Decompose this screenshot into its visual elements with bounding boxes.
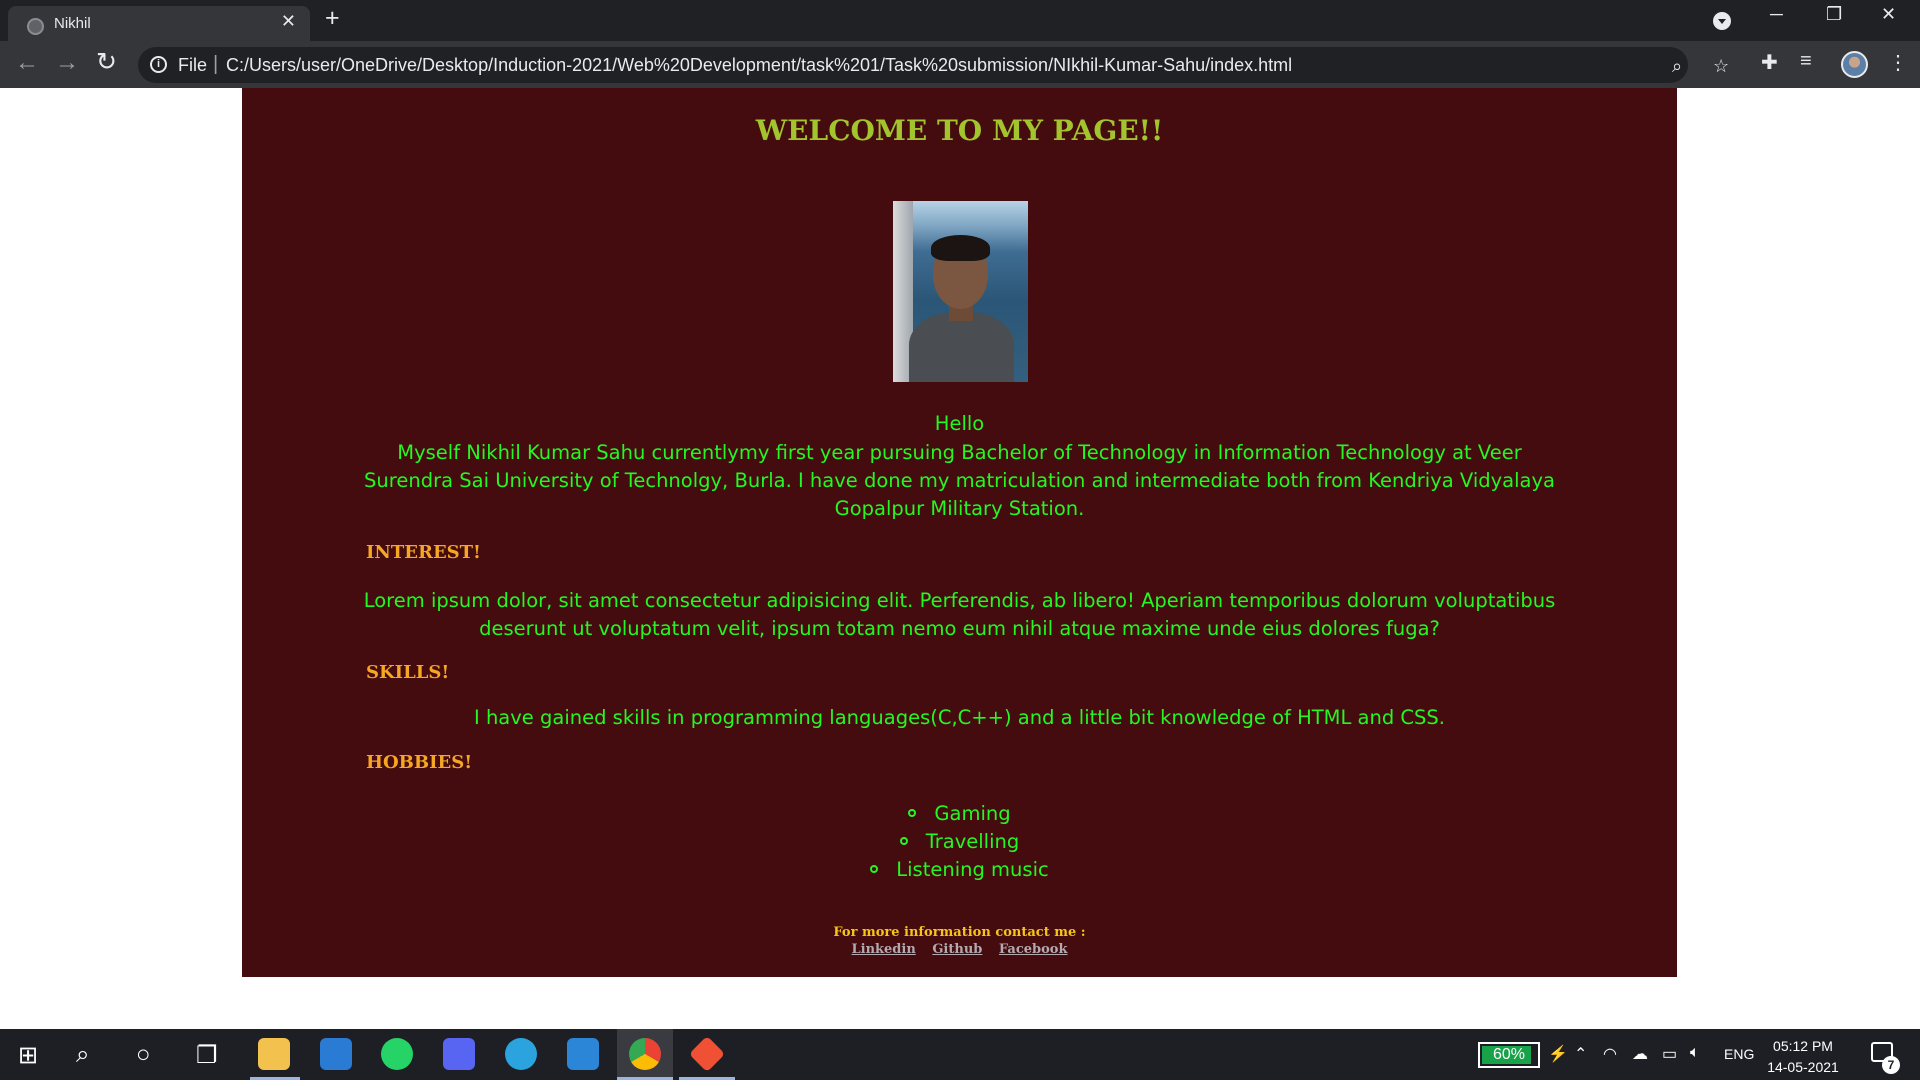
globe-icon xyxy=(27,18,44,35)
language-indicator[interactable]: ENG xyxy=(1724,1046,1754,1062)
linkedin-link[interactable]: Linkedin xyxy=(852,942,916,957)
circle-bullet-icon xyxy=(870,864,879,873)
address-separator: | xyxy=(213,53,219,75)
facebook-link[interactable]: Facebook xyxy=(999,942,1068,957)
list-item: Listening music xyxy=(242,856,1677,884)
address-bar[interactable]: i File | C:/Users/user/OneDrive/Desktop/… xyxy=(138,47,1729,83)
clock-date: 14-05-2021 xyxy=(1767,1059,1839,1075)
notification-badge: 7 xyxy=(1882,1056,1900,1074)
reload-icon[interactable]: ↻ xyxy=(96,47,117,77)
skills-paragraph: I have gained skills in programming lang… xyxy=(474,706,1445,729)
search-icon[interactable]: ⌕ xyxy=(76,1041,89,1069)
address-text[interactable]: C:/Users/user/OneDrive/Desktop/Induction… xyxy=(226,55,1292,76)
list-item: Travelling xyxy=(242,828,1677,856)
page-viewport: WELCOME TO MY PAGE!! Hello Myself Nikhil… xyxy=(0,88,1920,1029)
tab-search-icon[interactable] xyxy=(1713,12,1731,30)
battery-saver-icon[interactable]: ⚡ xyxy=(1548,1044,1568,1064)
new-tab-button[interactable]: + xyxy=(325,4,340,33)
browser-toolbar: ← → ↻ i File | C:/Users/user/OneDrive/De… xyxy=(0,41,1920,88)
file-explorer-icon[interactable] xyxy=(258,1038,290,1070)
minimize-button[interactable]: ─ xyxy=(1770,4,1783,25)
circle-bullet-icon xyxy=(908,808,917,817)
windows-start-icon[interactable]: ⊞ xyxy=(18,1041,38,1070)
circle-bullet-icon xyxy=(899,836,908,845)
browser-tab[interactable]: Nikhil ✕ xyxy=(8,6,310,41)
tab-title: Nikhil xyxy=(54,15,91,32)
taskbar: ⊞ ⌕ ○ ❐ 60% ⚡ ⌃ ◠ ☁ ▭ 🔈︎ ENG 05:12 PM 14… xyxy=(0,1029,1920,1080)
chrome-icon[interactable] xyxy=(629,1038,661,1070)
list-item: Gaming xyxy=(242,800,1677,828)
bio-paragraph: Myself Nikhil Kumar Sahu currentlymy fir… xyxy=(364,441,1555,520)
cortana-icon[interactable]: ○ xyxy=(136,1041,151,1069)
forward-arrow-icon[interactable]: → xyxy=(55,49,79,77)
discord-icon[interactable] xyxy=(443,1038,475,1070)
more-menu-icon[interactable]: ⋮ xyxy=(1888,50,1908,75)
clock-time: 05:12 PM xyxy=(1773,1038,1833,1054)
github-link[interactable]: Github xyxy=(932,942,982,957)
hobbies-list: Gaming Travelling Listening music xyxy=(242,800,1677,884)
photo-body xyxy=(909,313,1014,382)
wifi-icon[interactable]: ◠ xyxy=(1603,1044,1617,1064)
telegram-icon[interactable] xyxy=(505,1038,537,1070)
close-window-button[interactable]: ✕ xyxy=(1881,4,1896,25)
page-container: WELCOME TO MY PAGE!! Hello Myself Nikhil… xyxy=(242,88,1677,977)
interest-heading: INTEREST! xyxy=(366,542,481,563)
chevron-up-icon[interactable]: ⌃ xyxy=(1574,1044,1587,1064)
interest-paragraph: Lorem ipsum dolor, sit amet consectetur … xyxy=(363,589,1556,640)
hobby-label: Listening music xyxy=(896,858,1049,881)
page-title: WELCOME TO MY PAGE!! xyxy=(755,114,1164,147)
zoom-icon[interactable]: ⌕ xyxy=(1672,56,1682,77)
hello-text: Hello xyxy=(934,412,985,435)
scheme-label: File xyxy=(178,55,208,75)
back-arrow-icon[interactable]: ← xyxy=(15,49,39,77)
power-icon[interactable]: ▭ xyxy=(1662,1044,1677,1064)
system-clock[interactable]: 05:12 PM 14-05-2021 xyxy=(1762,1036,1844,1078)
battery-indicator[interactable]: 60% xyxy=(1478,1042,1540,1068)
browser-tab-bar: Nikhil ✕ + ─ ❐ ✕ xyxy=(0,0,1920,41)
media-queue-icon[interactable]: ≡ xyxy=(1800,50,1812,73)
whatsapp-icon[interactable] xyxy=(381,1038,413,1070)
git-icon[interactable] xyxy=(688,1035,726,1073)
close-tab-icon[interactable]: ✕ xyxy=(281,11,296,32)
volume-icon[interactable]: 🔈︎ xyxy=(1690,1044,1700,1062)
info-icon[interactable]: i xyxy=(150,56,167,73)
task-view-icon[interactable]: ❐ xyxy=(196,1041,218,1070)
hobbies-heading: HOBBIES! xyxy=(366,752,473,773)
restore-button[interactable]: ❐ xyxy=(1826,4,1842,25)
photo-hair xyxy=(931,235,990,261)
extensions-icon[interactable]: ✚ xyxy=(1761,50,1778,75)
hobby-label: Gaming xyxy=(934,802,1011,825)
vscode-icon[interactable] xyxy=(567,1038,599,1070)
skills-heading: SKILLS! xyxy=(366,662,450,683)
contact-label: For more information contact me : xyxy=(833,925,1086,940)
mail-icon[interactable] xyxy=(320,1038,352,1070)
hobby-label: Travelling xyxy=(925,830,1020,853)
onedrive-icon[interactable]: ☁ xyxy=(1632,1044,1648,1064)
profile-avatar[interactable] xyxy=(1841,51,1868,78)
profile-photo xyxy=(893,201,1028,382)
star-icon[interactable]: ☆ xyxy=(1713,56,1729,77)
battery-percent: 60% xyxy=(1492,1046,1526,1063)
social-links: Linkedin Github Facebook xyxy=(242,942,1677,957)
